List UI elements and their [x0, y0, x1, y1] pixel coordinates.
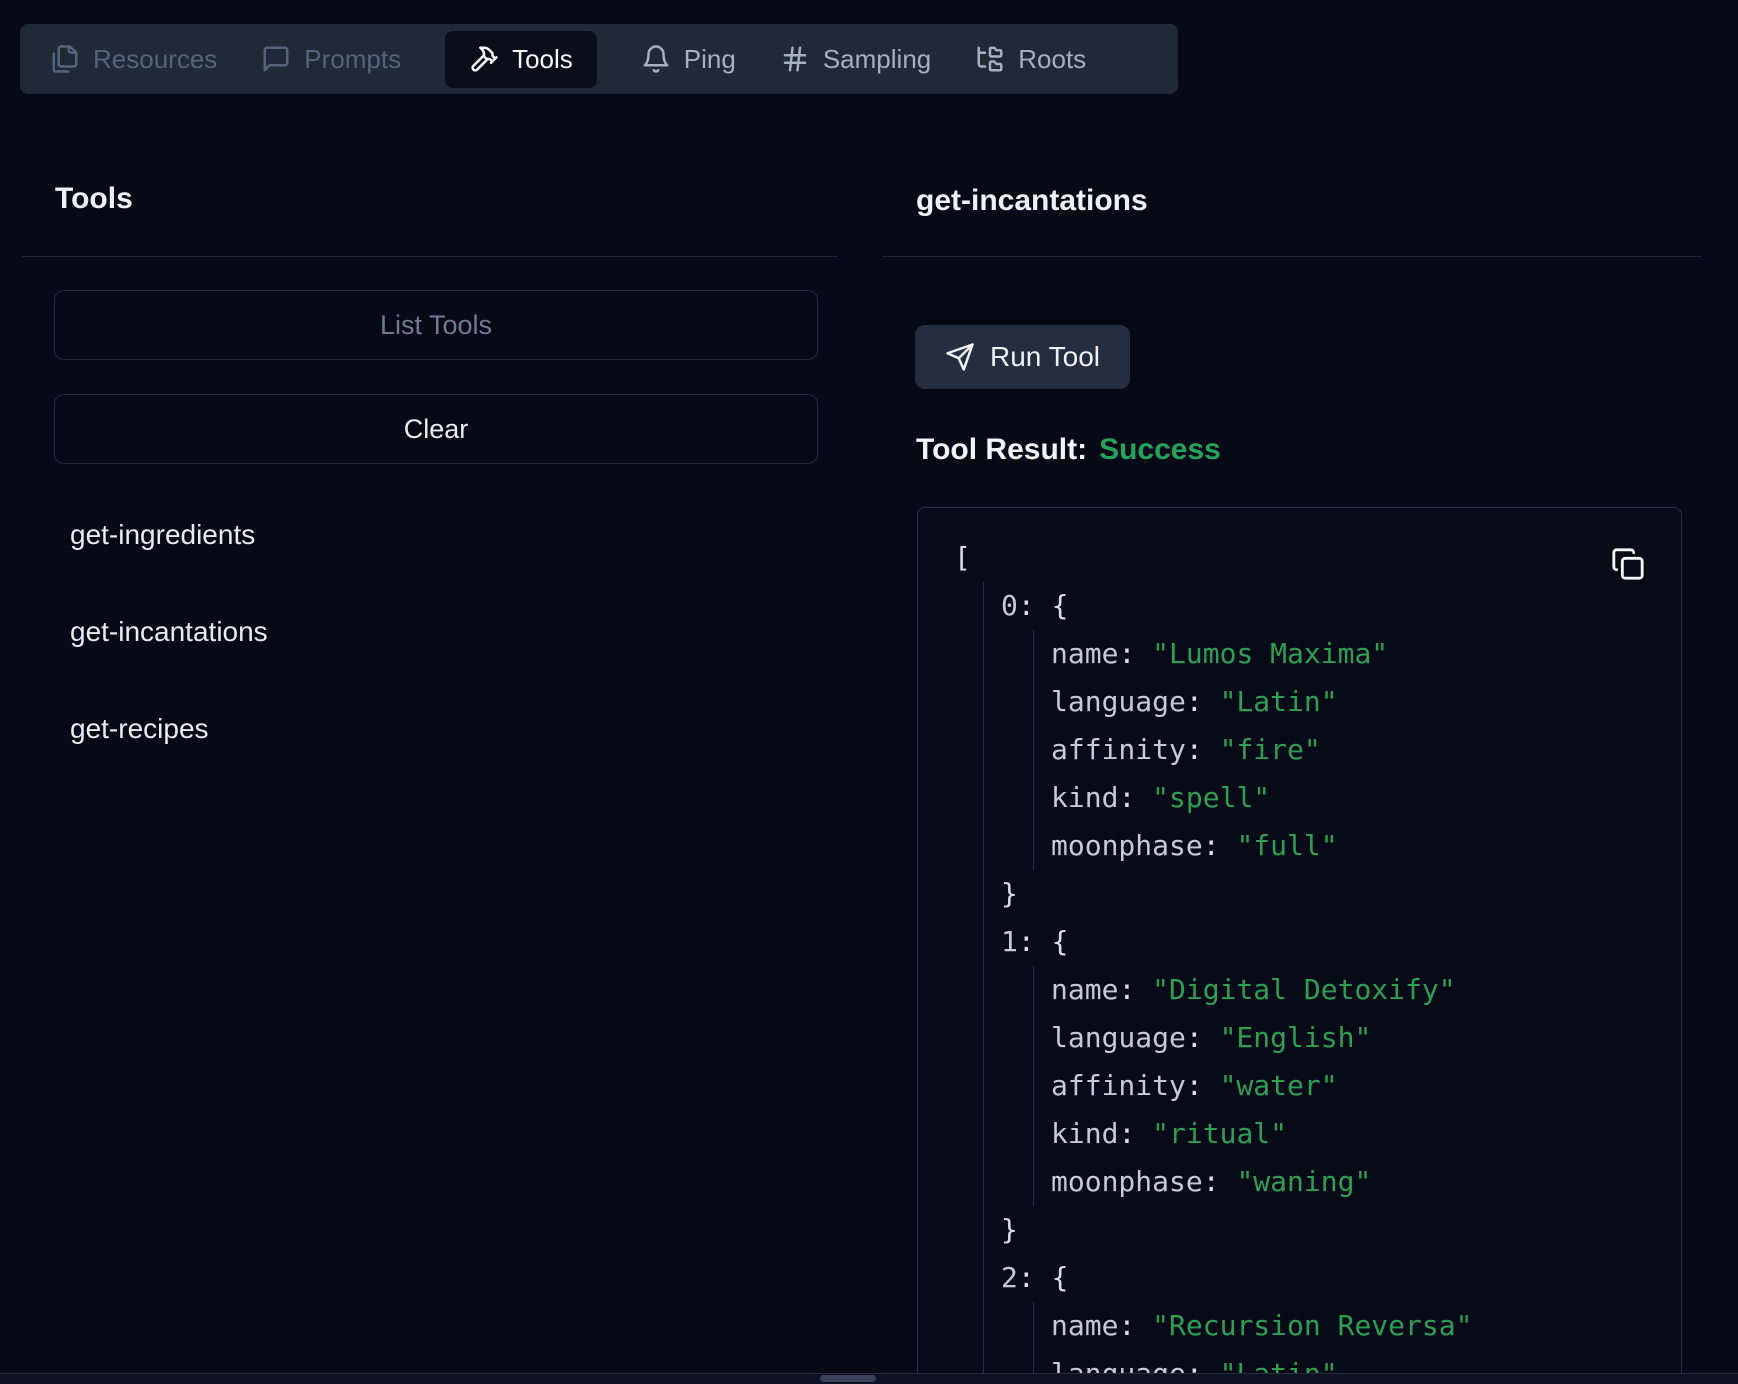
- run-tool-label: Run Tool: [990, 341, 1100, 373]
- left-panel-divider: [22, 256, 838, 257]
- right-panel-divider: [882, 256, 1702, 257]
- json-field-row: name: "Lumos Maxima": [1051, 630, 1651, 678]
- files-icon: [50, 44, 80, 74]
- json-item-open: 2: {: [1001, 1254, 1651, 1302]
- tab-roots[interactable]: Roots: [975, 44, 1086, 75]
- tab-label: Sampling: [823, 44, 931, 75]
- list-tools-button[interactable]: List Tools: [54, 290, 818, 360]
- json-field-row: moonphase: "waning": [1051, 1158, 1651, 1206]
- tool-list-item-get-ingredients[interactable]: get-ingredients: [70, 519, 255, 551]
- tab-sampling[interactable]: Sampling: [780, 44, 931, 75]
- tab-ping[interactable]: Ping: [641, 44, 736, 75]
- bell-icon: [641, 44, 671, 74]
- folder-tree-icon: [975, 44, 1005, 74]
- hash-icon: [780, 44, 810, 74]
- json-item-close: }: [1001, 1206, 1651, 1254]
- json-tree: [ 0: {name: "Lumos Maxima"language: "Lat…: [954, 534, 1651, 1384]
- copy-button[interactable]: [1611, 546, 1647, 582]
- json-item-fields: name: "Lumos Maxima"language: "Latin"aff…: [1033, 630, 1651, 870]
- tab-label: Tools: [512, 44, 573, 75]
- hammer-icon: [469, 44, 499, 74]
- run-tool-button[interactable]: Run Tool: [915, 325, 1130, 389]
- tab-label: Ping: [684, 44, 736, 75]
- mcp-inspector-page: Resources Prompts Tools Ping Sampling: [0, 0, 1738, 1384]
- bottom-panel-edge: [0, 1373, 1738, 1384]
- tool-result-json-panel: [ 0: {name: "Lumos Maxima"language: "Lat…: [917, 507, 1682, 1384]
- tab-label: Prompts: [304, 44, 401, 75]
- tab-prompts[interactable]: Prompts: [261, 44, 401, 75]
- tools-panel-title: Tools: [55, 182, 133, 216]
- clear-button[interactable]: Clear: [54, 394, 818, 464]
- json-field-row: moonphase: "full": [1051, 822, 1651, 870]
- tool-result-line: Tool Result: Success: [916, 433, 1221, 467]
- tab-label: Roots: [1018, 44, 1086, 75]
- send-icon: [945, 342, 975, 372]
- tab-tools[interactable]: Tools: [445, 31, 597, 88]
- tool-list-item-get-incantations[interactable]: get-incantations: [70, 616, 268, 648]
- json-array-open: [: [954, 534, 1651, 582]
- json-field-row: name: "Digital Detoxify": [1051, 966, 1651, 1014]
- json-field-row: kind: "spell": [1051, 774, 1651, 822]
- message-square-icon: [261, 44, 291, 74]
- json-item-fields: name: "Recursion Reversa"language: "Lati…: [1033, 1302, 1651, 1384]
- tool-result-status: Success: [1099, 433, 1221, 466]
- json-field-row: kind: "ritual": [1051, 1110, 1651, 1158]
- tool-list-item-get-recipes[interactable]: get-recipes: [70, 713, 209, 745]
- json-tree-array-body: 0: {name: "Lumos Maxima"language: "Latin…: [983, 582, 1651, 1384]
- panel-resize-handle[interactable]: [820, 1375, 876, 1382]
- json-field-row: affinity: "water": [1051, 1062, 1651, 1110]
- copy-icon: [1611, 547, 1647, 581]
- json-item-fields: name: "Digital Detoxify"language: "Engli…: [1033, 966, 1651, 1206]
- json-field-row: language: "Latin": [1051, 678, 1651, 726]
- tab-resources[interactable]: Resources: [50, 44, 217, 75]
- json-item-close: }: [1001, 870, 1651, 918]
- json-item-open: 1: {: [1001, 918, 1651, 966]
- json-item-open: 0: {: [1001, 582, 1651, 630]
- json-field-row: language: "English": [1051, 1014, 1651, 1062]
- tab-label: Resources: [93, 44, 217, 75]
- tab-bar: Resources Prompts Tools Ping Sampling: [20, 24, 1178, 94]
- tool-result-label: Tool Result:: [916, 433, 1087, 466]
- tool-detail-title: get-incantations: [916, 184, 1148, 218]
- json-field-row: name: "Recursion Reversa": [1051, 1302, 1651, 1350]
- json-field-row: affinity: "fire": [1051, 726, 1651, 774]
